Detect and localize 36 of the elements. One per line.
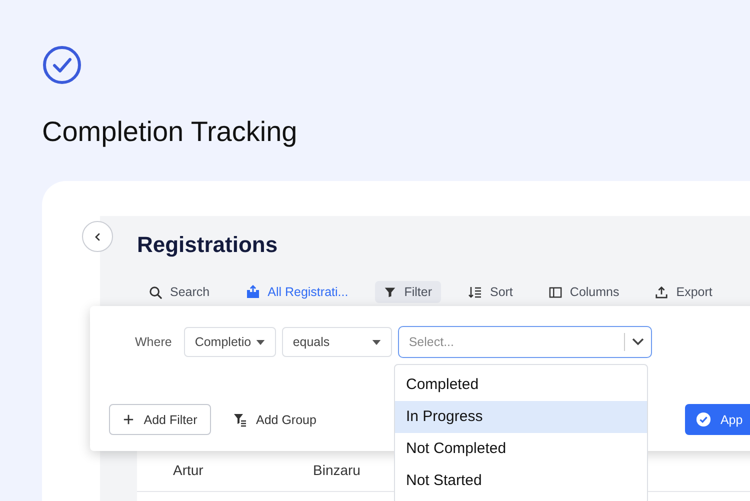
toolbar-button[interactable]: Search <box>140 281 219 303</box>
chevron-down-icon <box>632 338 644 346</box>
operator-select[interactable]: equals <box>282 327 392 357</box>
toolbar-button[interactable]: Columns <box>540 281 628 303</box>
check-circle-icon <box>42 45 82 85</box>
dropdown-option[interactable]: Completed <box>395 369 647 401</box>
caret-icon <box>256 340 265 344</box>
page-heading: Completion Tracking <box>42 115 298 149</box>
table-cell-text: Artur <box>173 462 204 478</box>
where-label: Where <box>135 335 172 349</box>
filter-icon <box>384 286 396 298</box>
dropdown-option[interactable]: In Progress <box>395 401 647 433</box>
table-cell-text: Binzaru <box>313 462 362 478</box>
toolbar-button[interactable]: Filter <box>375 281 441 303</box>
apply-button[interactable]: App <box>685 404 750 435</box>
sort-icon <box>468 285 482 299</box>
search-icon <box>149 286 162 298</box>
field-select[interactable]: Completio <box>184 327 276 357</box>
filter-icon <box>233 412 247 426</box>
value-select-field[interactable]: Select... <box>398 326 652 358</box>
registrations-title: Registrations <box>137 232 279 258</box>
caret-icon <box>372 340 381 344</box>
tray-icon <box>246 285 260 299</box>
chevron-left-icon <box>92 232 102 242</box>
back-button[interactable] <box>82 221 113 252</box>
dropdown-option[interactable]: Not Completed <box>395 433 647 465</box>
upload-icon <box>655 286 668 298</box>
toolbar-button[interactable]: Sort <box>458 281 522 303</box>
dropdown-option[interactable]: Not Started <box>395 465 647 497</box>
columns-icon <box>548 286 562 298</box>
add-group-button[interactable]: Add Group <box>227 412 322 428</box>
check-circle-icon <box>696 412 712 427</box>
plus-icon <box>122 414 134 425</box>
add-filter-button[interactable]: Add Filter <box>109 404 211 435</box>
toolbar-button[interactable]: Export <box>646 281 722 303</box>
toolbar-button[interactable]: All Registrati... <box>236 281 358 303</box>
